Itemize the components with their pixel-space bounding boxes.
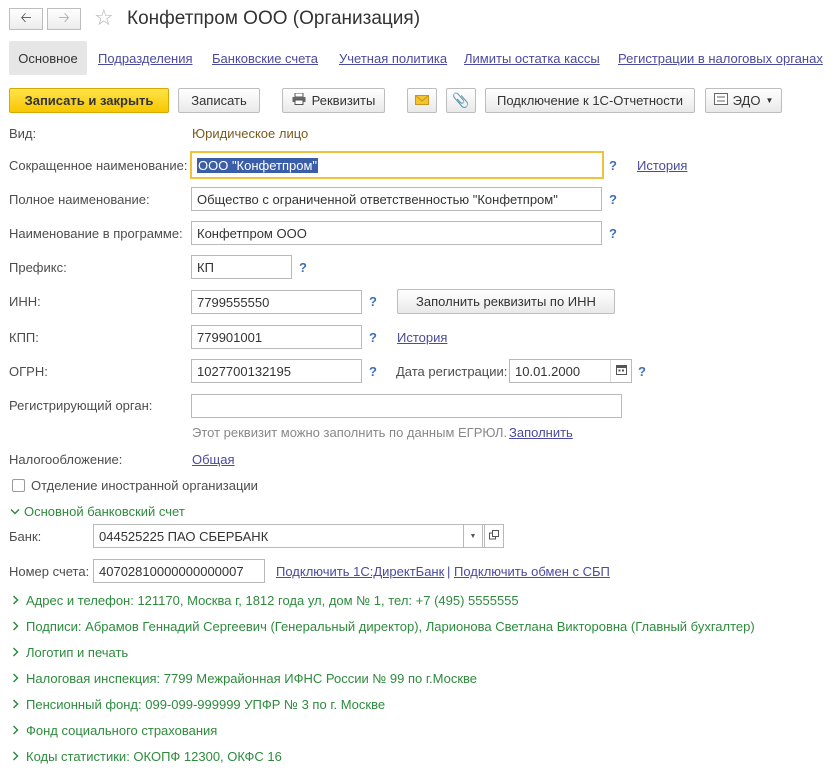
chevron-right-icon [12,696,26,714]
group-statistics-codes[interactable]: Коды статистики: ОКОПФ 12300, ОКФС 16 [12,748,282,766]
vid-value: Юридическое лицо [192,126,309,141]
account-label: Номер счета: [9,564,90,579]
tab-subdivisions[interactable]: Подразделения [98,50,193,68]
open-window-icon [489,529,499,543]
reg-organ-input[interactable] [191,394,622,418]
sbp-link[interactable]: Подключить обмен с СБП [454,563,610,581]
vid-label: Вид: [9,126,37,141]
full-name-help-icon[interactable]: ? [609,191,617,209]
taxation-label: Налогообложение: [9,452,123,467]
group-social-insurance[interactable]: Фонд социального страхования [12,722,217,740]
envelope-icon [415,93,429,108]
program-name-input[interactable]: Конфетпром ООО [191,221,602,245]
dropdown-arrow-icon: ▼ [469,532,477,540]
group-signatures[interactable]: Подписи: Абрамов Геннадий Сергеевич (Ген… [12,618,755,636]
page-title: Конфетпром ООО (Организация) [127,8,421,29]
short-name-history-link[interactable]: История [637,157,687,175]
short-name-label: Сокращенное наименование: [9,158,188,173]
foreign-branch-label[interactable]: Отделение иностранной организации [31,477,258,495]
back-button[interactable]: 🡠 [9,8,43,30]
tab-accounting-policy[interactable]: Учетная политика [339,50,447,68]
group-logo-stamp[interactable]: Логотип и печать [12,644,128,662]
connect-1c-reporting-button[interactable]: Подключение к 1С-Отчетности [485,88,695,113]
edo-icon [713,93,728,108]
email-button[interactable] [407,88,437,113]
kpp-history-link[interactable]: История [397,329,447,347]
kpp-input[interactable]: 779901001 [191,325,362,349]
fill-by-inn-button[interactable]: Заполнить реквизиты по ИНН [397,289,615,314]
bank-dropdown-button[interactable]: ▼ [463,524,483,548]
prefix-help-icon[interactable]: ? [299,259,307,277]
inn-label: ИНН: [9,294,41,309]
full-name-input[interactable]: Общество с ограниченной ответственностью… [191,187,602,211]
dropdown-arrow-icon: ▼ [765,96,774,105]
ogrn-input[interactable]: 1027700132195 [191,359,362,383]
inn-input[interactable]: 7799555550 [191,290,362,314]
chevron-right-icon [12,592,26,610]
reg-date-label: Дата регистрации: [396,364,508,379]
ogrn-label: ОГРН: [9,364,48,379]
paperclip-icon: 📎 [452,92,470,108]
link-separator: | [447,564,451,579]
short-name-help-icon[interactable]: ? [609,157,617,175]
arrow-left-icon: 🡠 [20,9,32,25]
tab-bank-accounts[interactable]: Банковские счета [212,50,318,68]
bank-select[interactable]: 044525225 ПАО СБЕРБАНК [93,524,485,548]
full-name-label: Полное наименование: [9,192,150,207]
prefix-input[interactable]: КП [191,255,292,279]
account-input[interactable]: 40702810000000000007 [93,559,265,583]
kpp-help-icon[interactable]: ? [369,329,377,347]
chevron-down-icon [10,503,24,521]
arrow-right-icon: 🡢 [58,9,70,25]
reg-date-help-icon[interactable]: ? [638,363,646,381]
egrul-hint: Этот реквизит можно заполнить по данным … [192,425,508,440]
save-button[interactable]: Записать [178,88,260,113]
requisites-button[interactable]: Реквизиты [282,88,385,113]
calendar-icon [615,364,627,378]
egrul-fill-link[interactable]: Заполнить [509,424,573,442]
prefix-label: Префикс: [9,260,67,275]
bank-section-toggle[interactable]: Основной банковский счет [10,503,185,521]
program-name-label: Наименование в программе: [9,226,183,241]
kpp-label: КПП: [9,330,39,345]
chevron-right-icon [12,722,26,740]
group-tax-inspection[interactable]: Налоговая инспекция: 7799 Межрайонная ИФ… [12,670,477,688]
favorite-star-icon[interactable]: ☆ [94,5,114,31]
tab-main[interactable]: Основное [9,41,87,75]
forward-button[interactable]: 🡢 [47,8,81,30]
reg-organ-label: Регистрирующий орган: [9,398,153,413]
edo-button[interactable]: ЭДО ▼ [705,88,782,113]
save-and-close-button[interactable]: Записать и закрыть [9,88,169,113]
tab-tax-registrations[interactable]: Регистрации в налоговых органах [618,50,823,68]
bank-label: Банк: [9,529,42,544]
chevron-right-icon [12,644,26,662]
bank-open-button[interactable] [484,524,504,548]
foreign-branch-checkbox[interactable] [12,479,25,492]
attach-button[interactable]: 📎 [446,88,476,113]
short-name-input[interactable]: ООО "Конфетпром" [190,151,604,179]
group-pension-fund[interactable]: Пенсионный фонд: 099-099-999999 УПФР № 3… [12,696,385,714]
ogrn-help-icon[interactable]: ? [369,363,377,381]
direct-bank-link[interactable]: Подключить 1С:ДиректБанк [276,563,444,581]
chevron-right-icon [12,670,26,688]
group-address[interactable]: Адрес и телефон: 121170, Москва г, 1812 … [12,592,519,610]
chevron-right-icon [12,748,26,766]
chevron-right-icon [12,618,26,636]
inn-help-icon[interactable]: ? [369,293,377,311]
calendar-button[interactable] [610,360,631,382]
tab-cash-limits[interactable]: Лимиты остатка кассы [464,50,600,68]
printer-icon [292,92,306,108]
taxation-link[interactable]: Общая [192,451,235,469]
program-name-help-icon[interactable]: ? [609,225,617,243]
